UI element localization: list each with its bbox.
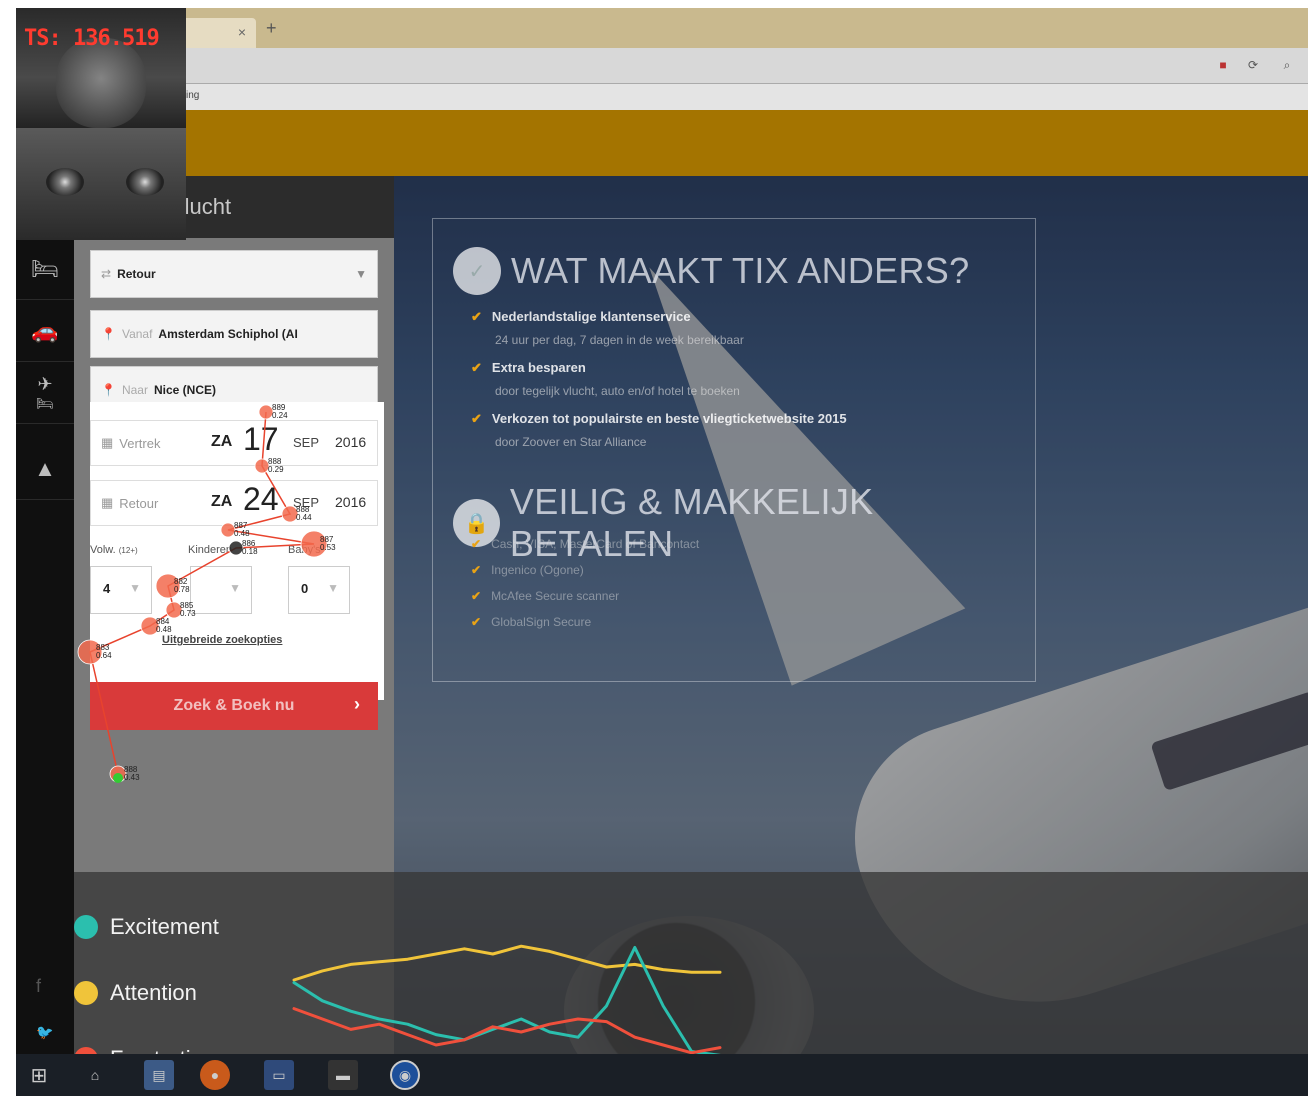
gaze-value: 0.48: [234, 529, 250, 538]
windows-start-icon[interactable]: ⊞: [24, 1060, 54, 1090]
gaze-value: 0.73: [180, 609, 196, 618]
gaze-value: 0.29: [268, 465, 284, 474]
gaze-value: 0.44: [296, 513, 312, 522]
gaze-fixation: [254, 458, 270, 474]
face-image: [56, 38, 146, 128]
gaze-fixation: [220, 522, 236, 538]
gaze-value: 0.24: [272, 411, 288, 420]
screen-capture: × + ■ ⟳ ⌕ ing ✓ WAT MAAKT TIX ANDERS? ✔ N…: [0, 0, 1308, 1103]
gaze-value: 0.18: [242, 547, 258, 556]
gaze-value: 0.78: [174, 585, 190, 594]
gaze-start-marker: [113, 773, 123, 783]
os-taskbar: ⊞ ⌂ ▤ ● ▭ ▬ ◉: [16, 1054, 1308, 1096]
gaze-value: 0.53: [320, 543, 336, 552]
gaze-value: 0.48: [156, 625, 172, 634]
desktop-screen: × + ■ ⟳ ⌕ ing ✓ WAT MAAKT TIX ANDERS? ✔ N…: [16, 8, 1308, 1096]
gaze-overlay: 8890.248880.298880.448870.488870.538860.…: [77, 403, 336, 783]
eye-closeup-image: [16, 128, 186, 240]
gaze-fixation: [258, 404, 274, 420]
explorer-icon[interactable]: ▤: [144, 1060, 174, 1090]
app-icon[interactable]: ◉: [390, 1060, 420, 1090]
eye-image: [46, 168, 84, 196]
eye-image: [126, 168, 164, 196]
gaze-value: 0.64: [96, 651, 112, 660]
gaze-fixation: [228, 540, 244, 556]
firefox-icon[interactable]: ●: [200, 1060, 230, 1090]
terminal-icon[interactable]: ▬: [328, 1060, 358, 1090]
webcam-feed: TS: 136.519: [16, 8, 186, 240]
timestamp-readout: TS: 136.519: [24, 26, 160, 51]
home-icon[interactable]: ⌂: [80, 1060, 110, 1090]
monitor-icon[interactable]: ▭: [264, 1060, 294, 1090]
gaze-value: 0.43: [124, 773, 140, 782]
